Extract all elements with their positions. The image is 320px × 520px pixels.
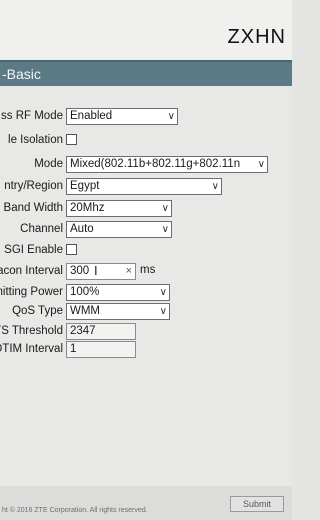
- chevron-down-icon: ∨: [161, 203, 169, 214]
- mode-value: Mixed(802.11b+802.11g+802.11n: [70, 158, 241, 170]
- chevron-down-icon: ∨: [211, 181, 219, 192]
- dtim-value: 1: [70, 343, 77, 355]
- rts-label: RTS Threshold: [0, 325, 63, 337]
- submit-button[interactable]: Submit: [230, 496, 284, 512]
- beacon-input[interactable]: 300 I ×: [66, 263, 136, 280]
- qos-label: QoS Type: [12, 305, 63, 317]
- chevron-down-icon: ∨: [161, 224, 169, 235]
- qos-value: WMM: [70, 305, 101, 317]
- mode-select[interactable]: Mixed(802.11b+802.11g+802.11n ∨: [66, 156, 268, 173]
- beacon-value: 300: [70, 265, 90, 277]
- power-select[interactable]: 100% ∨: [66, 284, 170, 301]
- rf-mode-select[interactable]: Enabled ∨: [66, 108, 178, 125]
- copyright-text: ht © 2016 ZTE Corporation. All rights re…: [2, 507, 148, 514]
- header-bar: ZXHN: [0, 0, 292, 62]
- channel-label: Channel: [20, 223, 63, 235]
- text-cursor-icon: I: [94, 263, 98, 278]
- isolation-label: le Isolation: [8, 134, 63, 146]
- rf-mode-value: Enabled: [70, 110, 113, 122]
- country-label: ntry/Region: [4, 180, 63, 192]
- dtim-input[interactable]: 1: [66, 341, 136, 358]
- router-settings-page: ZXHN -Basic ss RF Mode Enabled ∨ le Isol…: [0, 0, 292, 520]
- bandwidth-label: Band Width: [3, 202, 63, 214]
- sgi-label: SGI Enable: [4, 244, 63, 256]
- section-title: -Basic: [2, 66, 41, 82]
- dtim-label: DTIM Interval: [0, 343, 63, 355]
- brand-logo: ZXHN: [227, 26, 286, 48]
- section-header: -Basic: [0, 60, 292, 86]
- rts-value: 2347: [70, 325, 96, 337]
- channel-select[interactable]: Auto ∨: [66, 221, 172, 238]
- isolation-checkbox[interactable]: [66, 134, 77, 145]
- country-value: Egypt: [70, 180, 100, 192]
- country-select[interactable]: Egypt ∨: [66, 178, 222, 195]
- qos-select[interactable]: WMM ∨: [66, 303, 170, 320]
- beacon-unit: ms: [140, 264, 156, 276]
- bandwidth-value: 20Mhz: [70, 202, 105, 214]
- chevron-down-icon: ∨: [159, 306, 167, 317]
- bandwidth-select[interactable]: 20Mhz ∨: [66, 200, 172, 217]
- close-icon[interactable]: ×: [126, 264, 132, 279]
- power-label: mitting Power: [0, 286, 63, 298]
- sgi-checkbox[interactable]: [66, 244, 77, 255]
- chevron-down-icon: ∨: [159, 287, 167, 298]
- chevron-down-icon: ∨: [167, 111, 175, 122]
- channel-value: Auto: [70, 223, 94, 235]
- mode-label: Mode: [34, 158, 63, 170]
- rts-input[interactable]: 2347: [66, 323, 136, 340]
- rf-mode-label: ss RF Mode: [1, 110, 63, 122]
- power-value: 100%: [70, 286, 100, 298]
- chevron-down-icon: ∨: [257, 159, 265, 170]
- beacon-label: acon Interval: [0, 265, 63, 277]
